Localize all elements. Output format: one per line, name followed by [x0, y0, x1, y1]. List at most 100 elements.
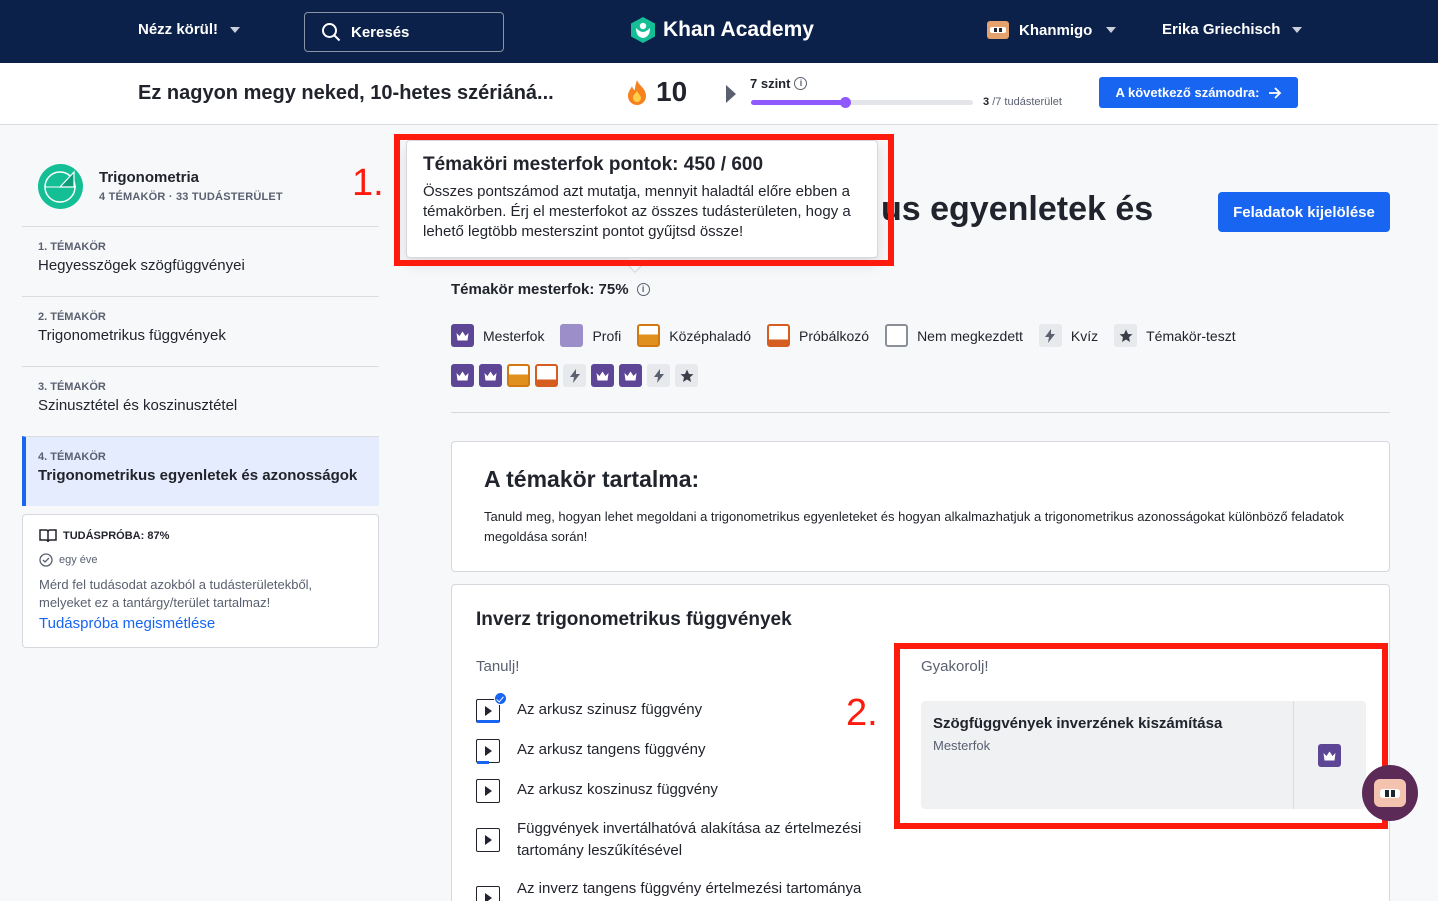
video-item[interactable]: Függvények invertálhatóvá alakítása az é…: [476, 818, 876, 862]
unit-number: 4. TÉMAKÖR: [38, 451, 106, 463]
course-header[interactable]: Trigonometria 4 TÉMAKÖR · 33 TUDÁSTERÜLE…: [38, 164, 283, 209]
course-challenge-description: Mérd fel tudásodat azokból a tudásterüle…: [39, 577, 313, 610]
sidebar-unit-1[interactable]: 1. TÉMAKÖR Hegyesszögek szögfüggvényei: [22, 226, 379, 296]
video-item[interactable]: Az arkusz tangens függvény: [476, 739, 706, 764]
legend-attempted: Próbálkozó: [767, 324, 869, 347]
practice-label: Gyakorolj!: [921, 658, 989, 675]
unit-test-square[interactable]: [675, 364, 698, 387]
video-item[interactable]: Az arkusz szinusz függvény: [476, 692, 703, 723]
next-for-you-button[interactable]: A következő számodra:: [1099, 77, 1298, 108]
arrow-right-icon: [1268, 86, 1281, 99]
sidebar-unit-3[interactable]: 3. TÉMAKÖR Szinusztétel és koszinusztéte…: [22, 366, 379, 436]
quiz-square[interactable]: [647, 364, 670, 387]
khanmigo-chat-button[interactable]: [1362, 765, 1418, 821]
attempted-skill-square[interactable]: [535, 364, 558, 387]
check-circle-icon: [39, 553, 53, 567]
khan-academy-logo[interactable]: Khan Academy: [630, 16, 814, 44]
legend-proficient: Profi: [560, 324, 621, 347]
video-title: Az arkusz szinusz függvény: [517, 701, 703, 718]
unit-progress-squares: [451, 364, 698, 387]
lesson-card: Inverz trigonometrikus függvények Tanulj…: [451, 584, 1390, 901]
course-challenge-date: egy éve: [39, 553, 362, 567]
khanmigo-avatar-icon: [987, 21, 1009, 39]
attempted-icon: [767, 324, 791, 347]
search-icon: [322, 23, 341, 42]
video-item[interactable]: Az arkusz koszinusz függvény: [476, 779, 718, 803]
unit-mastery-label: Témakör mesterfok: 75%: [451, 281, 629, 298]
video-title: Függvények invertálhatóvá alakítása az é…: [517, 820, 862, 859]
flame-icon: [628, 80, 646, 105]
not-started-icon: [885, 324, 909, 347]
about-description: Tanuld meg, hogyan lehet megoldani a tri…: [484, 509, 1344, 544]
user-name: Erika Griechisch: [1162, 21, 1281, 38]
quiz-square[interactable]: [563, 364, 586, 387]
learn-label: Tanulj!: [476, 658, 520, 675]
khanmigo-menu[interactable]: Khanmigo: [987, 21, 1117, 39]
course-challenge-header: TUDÁSPRÓBA: 87%: [39, 529, 362, 543]
familiar-skill-square[interactable]: [507, 364, 530, 387]
course-challenge-card: TUDÁSPRÓBA: 87% egy éve Mérd fel tudásod…: [22, 514, 379, 648]
legend-label: Próbálkozó: [799, 327, 870, 344]
search-placeholder: Keresés: [351, 23, 410, 41]
tooltip-text: Összes pontszámod azt mutatja, mennyit h…: [423, 183, 851, 240]
expand-arrow-icon[interactable]: [726, 85, 736, 103]
book-icon: [39, 529, 57, 543]
mastery-points-tooltip: Témaköri mesterfok pontok: 450 / 600 Öss…: [406, 140, 878, 258]
legend-label: Profi: [592, 327, 622, 344]
next-button-label: A következő számodra:: [1115, 85, 1260, 100]
sidebar-unit-2[interactable]: 2. TÉMAKÖR Trigonometrikus függvények: [22, 296, 379, 366]
crown-icon: [451, 324, 474, 347]
video-play-icon: [476, 739, 500, 764]
legend-label: Nem megkezdett: [917, 327, 1023, 344]
mastered-skill-square[interactable]: [479, 364, 502, 387]
user-menu[interactable]: Erika Griechisch: [1162, 21, 1303, 38]
sidebar-unit-4[interactable]: 4. TÉMAKÖR Trigonometrikus egyenletek és…: [22, 436, 379, 506]
explore-menu[interactable]: Nézz körül!: [138, 21, 241, 38]
top-navigation: Nézz körül! Keresés Khan Academy Khanmig…: [0, 0, 1438, 63]
legend-not-started: Nem megkezdett: [885, 324, 1023, 347]
mastery-legend: Mesterfok Profi Középhaladó Próbálkozó N…: [451, 324, 1252, 347]
course-challenge-ago: egy éve: [59, 554, 98, 566]
divider: [451, 412, 1390, 413]
logo-text: Khan Academy: [663, 18, 814, 41]
search-input[interactable]: Keresés: [304, 12, 504, 52]
video-play-icon: [476, 692, 507, 723]
mastered-skill-square[interactable]: [619, 364, 642, 387]
lesson-title[interactable]: Inverz trigonometrikus függvények: [476, 609, 792, 631]
info-icon[interactable]: i: [794, 77, 808, 90]
skills-count: 3 /7 tudásterület: [983, 96, 1062, 108]
streak-bar: Ez nagyon megy neked, 10-hetes szériáná.…: [0, 63, 1438, 125]
video-item[interactable]: Az inverz tangens függvény értelmezési t…: [476, 878, 896, 901]
legend-quiz: Kvíz: [1038, 324, 1099, 347]
assign-exercises-button[interactable]: Feladatok kijelölése: [1218, 192, 1390, 232]
video-play-icon: [476, 886, 500, 901]
mastered-skill-square[interactable]: [591, 364, 614, 387]
legend-familiar: Középhaladó: [637, 324, 751, 347]
unit-name: Trigonometrikus függvények: [38, 327, 226, 344]
video-title: Az arkusz koszinusz függvény: [517, 781, 718, 798]
legend-unit-test: Témakör-teszt: [1114, 324, 1236, 347]
video-title: Az arkusz tangens függvény: [517, 741, 706, 758]
skills-done: 3: [983, 96, 990, 108]
mastered-skill-square[interactable]: [451, 364, 474, 387]
lightning-icon: [1038, 324, 1062, 347]
chevron-down-icon: [230, 26, 241, 33]
video-play-icon: [476, 779, 500, 803]
course-challenge-title: TUDÁSPRÓBA: 87%: [63, 530, 170, 542]
legend-label: Kvíz: [1070, 327, 1099, 344]
unit-number: 1. TÉMAKÖR: [38, 241, 106, 253]
familiar-icon: [637, 324, 661, 347]
streak-message: Ez nagyon megy neked, 10-hetes szériáná.…: [138, 82, 554, 104]
legend-mastered: Mesterfok: [451, 324, 544, 347]
retake-course-challenge-link[interactable]: Tudáspróba megismétlése: [39, 615, 362, 632]
unit-name: Trigonometrikus egyenletek és azonosságo…: [38, 467, 358, 484]
khanmigo-label: Khanmigo: [1019, 21, 1093, 39]
video-title: Az inverz tangens függvény értelmezési t…: [517, 880, 862, 897]
info-icon[interactable]: i: [636, 283, 650, 296]
exercise-card[interactable]: Szögfüggvények inverzének kiszámítása Me…: [921, 701, 1366, 809]
skills-total: /7 tudásterület: [992, 96, 1062, 108]
exercise-title: Szögfüggvények inverzének kiszámítása: [933, 715, 1223, 732]
tooltip-title: Témaköri mesterfok pontok: 450 / 600: [423, 154, 764, 175]
course-meta: 4 TÉMAKÖR · 33 TUDÁSTERÜLET: [99, 191, 283, 203]
streak-count: 10: [656, 76, 688, 107]
